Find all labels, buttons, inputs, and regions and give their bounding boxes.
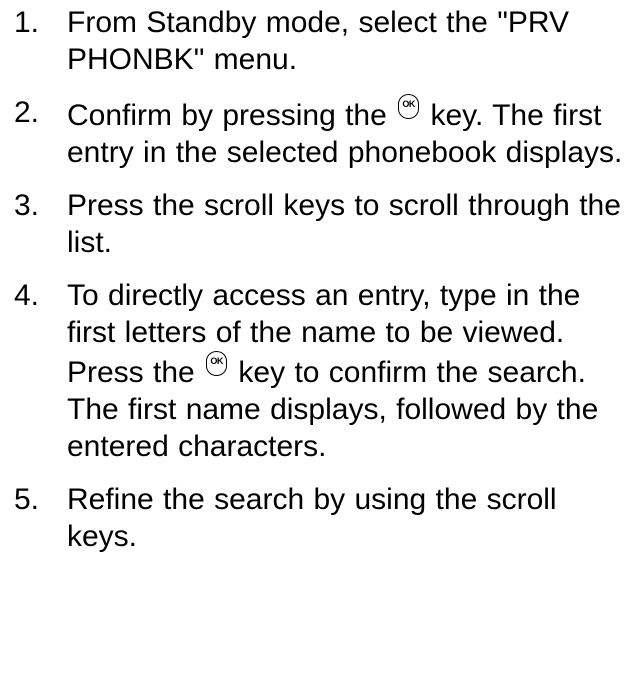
ok-key-label: OK [402,99,415,109]
list-item: 5. Refine the search by using the scroll… [14,481,624,555]
ok-key-icon: OK [206,351,228,376]
step-text: To directly access an entry, type in the… [67,277,624,465]
step-text: From Standby mode, select the "PRV PHONB… [67,6,569,76]
ok-key-icon: OK [398,94,420,119]
step-text: Press the scroll keys to scroll through … [67,189,621,259]
step-text: Refine the search by using the scroll ke… [67,483,557,553]
step-number: 4. [14,279,40,312]
list-item: 3. Press the scroll keys to scroll throu… [14,187,624,261]
step-text-before: Confirm by pressing the [67,99,387,132]
list-item: 4. To directly access an entry, type in … [14,277,624,465]
list-item: 2. Confirm by pressing the OK key. The f… [14,94,624,171]
step-number: 3. [14,189,40,222]
instruction-list: 1. From Standby mode, select the "PRV PH… [14,4,624,571]
list-item: 1. From Standby mode, select the "PRV PH… [14,4,624,78]
step-number: 2. [14,96,40,129]
step-number: 5. [14,483,40,516]
ok-key-label: OK [210,356,223,366]
step-number: 1. [14,6,40,39]
step-text: Confirm by pressing the OK key. The firs… [67,94,624,171]
